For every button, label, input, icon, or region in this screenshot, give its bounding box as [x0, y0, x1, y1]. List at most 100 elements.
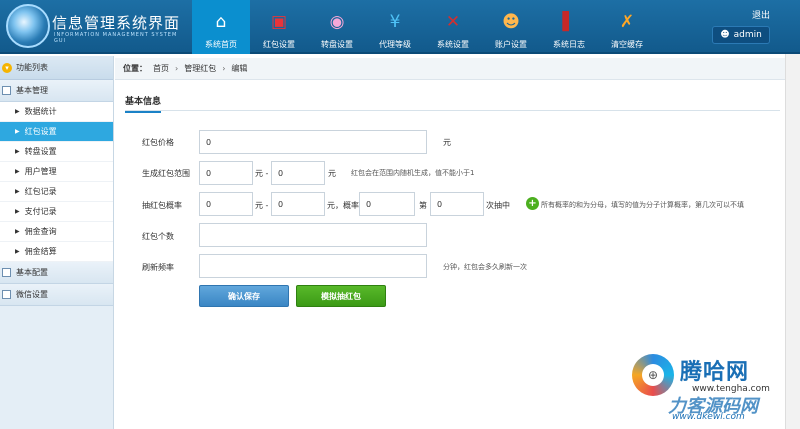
nav-label: 转盘设置	[321, 40, 353, 49]
nav-item-tools[interactable]: ✕ 系统设置	[424, 0, 482, 54]
refresh-label: 刷新频率	[142, 263, 174, 272]
app-logo: 信息管理系统界面 INFORMATION MANAGEMENT SYSTEM G…	[6, 4, 184, 50]
sidebar-item[interactable]: ▶ 数据统计	[0, 102, 113, 122]
range-hint: 红包会在范围内随机生成，值不能小于1	[351, 169, 475, 177]
nav-item-user[interactable]: ☻ 账户设置	[482, 0, 540, 54]
nav-item-home[interactable]: ⌂ 系统首页	[192, 0, 250, 54]
top-header: 信息管理系统界面 INFORMATION MANAGEMENT SYSTEM G…	[0, 0, 800, 54]
nav-label: 账户设置	[495, 40, 527, 49]
sidebar-items: ▶ 数据统计 ▶ 红包设置 ▶ 转盘设置 ▶ 用户管理 ▶ 红包记录 ▶ 支付记录 ▶ 佣金查询 ▶ 佣金结算	[0, 102, 113, 262]
nav-item-wheel[interactable]: ◉ 转盘设置	[308, 0, 366, 54]
sidebar-item[interactable]: ▶ 红包记录	[0, 182, 113, 202]
range-max-input[interactable]: 0	[271, 161, 325, 185]
caret-right-icon: ▶	[15, 208, 20, 215]
sidebar-item[interactable]: ▶ 佣金查询	[0, 222, 113, 242]
caret-right-icon: ▶	[15, 168, 20, 175]
clear-cache-icon: ✗	[619, 12, 635, 32]
red-packet-icon: ▣	[270, 12, 288, 32]
collapse-icon[interactable]: ▾	[2, 62, 12, 73]
page-scrollbar[interactable]	[785, 54, 800, 429]
simulate-draw-button[interactable]: 模拟抽红包	[296, 285, 386, 307]
logo-emblem-icon	[6, 4, 50, 48]
user-icon: ☻	[720, 30, 730, 40]
nav-item-red-packet[interactable]: ▣ 红包设置	[250, 0, 308, 54]
sidebar-item-label: 佣金查询	[24, 227, 57, 236]
menu-group-icon	[2, 86, 11, 95]
sidebar: ▾ 功能列表 基本管理 ▶ 数据统计 ▶ 红包设置 ▶ 转盘设置 ▶ 用户管理 ▶ 红包记录 ▶ 支付…	[0, 56, 114, 429]
app-subtitle: INFORMATION MANAGEMENT SYSTEM GUI	[54, 32, 178, 44]
username: admin	[733, 30, 762, 40]
caret-right-icon: ▶	[15, 188, 20, 195]
breadcrumb-edit: 编辑	[231, 64, 248, 73]
save-button[interactable]: 确认保存	[199, 285, 289, 307]
breadcrumb-separator: ›	[222, 64, 226, 73]
prob-min-unit: 元 -	[255, 201, 269, 210]
nav-item-log-book[interactable]: ▌ 系统日志	[540, 0, 598, 54]
prob-rate-input[interactable]: 0	[359, 192, 415, 216]
breadcrumb-separator: ›	[175, 64, 179, 73]
home-icon: ⌂	[215, 12, 227, 32]
sidebar-item-label: 佣金结算	[24, 247, 57, 256]
sidebar-item[interactable]: ▶ 佣金结算	[0, 242, 113, 262]
range-min-input[interactable]: 0	[199, 161, 253, 185]
sidebar-item[interactable]: ▶ 转盘设置	[0, 142, 113, 162]
sidebar-item-label: 红包设置	[24, 127, 57, 136]
user-badge[interactable]: ☻ admin	[712, 26, 770, 44]
prob-nth-input[interactable]: 0	[430, 192, 484, 216]
probability-label: 抽红包概率	[142, 201, 182, 210]
sidebar-item-label: 红包记录	[24, 187, 57, 196]
price-unit: 元	[443, 138, 451, 147]
nav-label: 系统首页	[205, 40, 237, 49]
main-nav: ⌂ 系统首页 ▣ 红包设置 ◉ 转盘设置 ¥ 代理等级 ✕ 系统设置 ☻ 账户设置 ▌ 系统日志 ✗ 清空缓存	[192, 0, 656, 54]
sidebar-group-basic-management[interactable]: 基本管理	[0, 80, 113, 102]
add-probability-icon[interactable]: +	[526, 197, 539, 210]
sidebar-group-label: 基本管理	[16, 86, 48, 95]
count-input[interactable]	[199, 223, 427, 247]
sidebar-item[interactable]: ▶ 用户管理	[0, 162, 113, 182]
caret-right-icon: ▶	[15, 148, 20, 155]
watermark-brand: 腾哈网	[680, 360, 750, 385]
watermark-gear-icon: ⊕	[632, 354, 674, 396]
sidebar-group-basic-config[interactable]: 基本配置	[0, 262, 113, 284]
tools-icon: ✕	[445, 12, 461, 32]
breadcrumb-prefix: 位置：	[123, 64, 147, 73]
breadcrumb-manage[interactable]: 管理红包	[184, 63, 216, 74]
nav-label: 系统设置	[437, 40, 469, 49]
breadcrumb: 位置： 首页 › 管理红包 › 编辑	[115, 58, 785, 80]
logout-link[interactable]: 退出	[752, 8, 770, 21]
probability-hint: 所有概率的和为分母，填写的值为分子计算概率，第几次可以不填	[541, 201, 744, 209]
sidebar-item[interactable]: ▶ 红包设置	[0, 122, 113, 142]
currency-icon: ¥	[389, 12, 401, 32]
range-max-unit: 元	[328, 169, 336, 178]
price-label: 红包价格	[142, 138, 174, 147]
prob-nth-unit: 次抽中	[486, 201, 510, 210]
price-input[interactable]: 0	[199, 130, 427, 154]
sidebar-item[interactable]: ▶ 支付记录	[0, 202, 113, 222]
menu-group-icon	[2, 268, 11, 277]
prob-rate-label: 元，概率	[327, 201, 359, 210]
range-min-unit: 元 -	[255, 169, 269, 178]
refresh-input[interactable]	[199, 254, 427, 278]
prob-max-input[interactable]: 0	[271, 192, 325, 216]
nav-label: 清空缓存	[611, 40, 643, 49]
log-book-icon: ▌	[562, 12, 576, 32]
range-label: 生成红包范围	[142, 169, 190, 178]
sidebar-group-label: 微信设置	[16, 290, 48, 299]
nav-label: 代理等级	[379, 40, 411, 49]
breadcrumb-home[interactable]: 首页	[153, 63, 169, 74]
nav-item-clear-cache[interactable]: ✗ 清空缓存	[598, 0, 656, 54]
caret-right-icon: ▶	[15, 128, 20, 135]
watermark: ⊕ 腾哈网 www.tengha.com 力客源码网 www.dkewl.com	[632, 352, 784, 424]
sidebar-item-label: 用户管理	[24, 167, 57, 176]
menu-group-icon	[2, 290, 11, 299]
sidebar-group-wechat-settings[interactable]: 微信设置	[0, 284, 113, 306]
sidebar-header: ▾ 功能列表	[0, 56, 113, 80]
prob-min-input[interactable]: 0	[199, 192, 253, 216]
nav-item-currency[interactable]: ¥ 代理等级	[366, 0, 424, 54]
app-title: 信息管理系统界面	[52, 14, 181, 32]
nav-label: 系统日志	[553, 40, 585, 49]
wheel-icon: ◉	[329, 12, 345, 32]
count-label: 红包个数	[142, 232, 174, 241]
prob-nth-label: 第	[419, 201, 427, 210]
sidebar-item-label: 支付记录	[24, 207, 57, 216]
